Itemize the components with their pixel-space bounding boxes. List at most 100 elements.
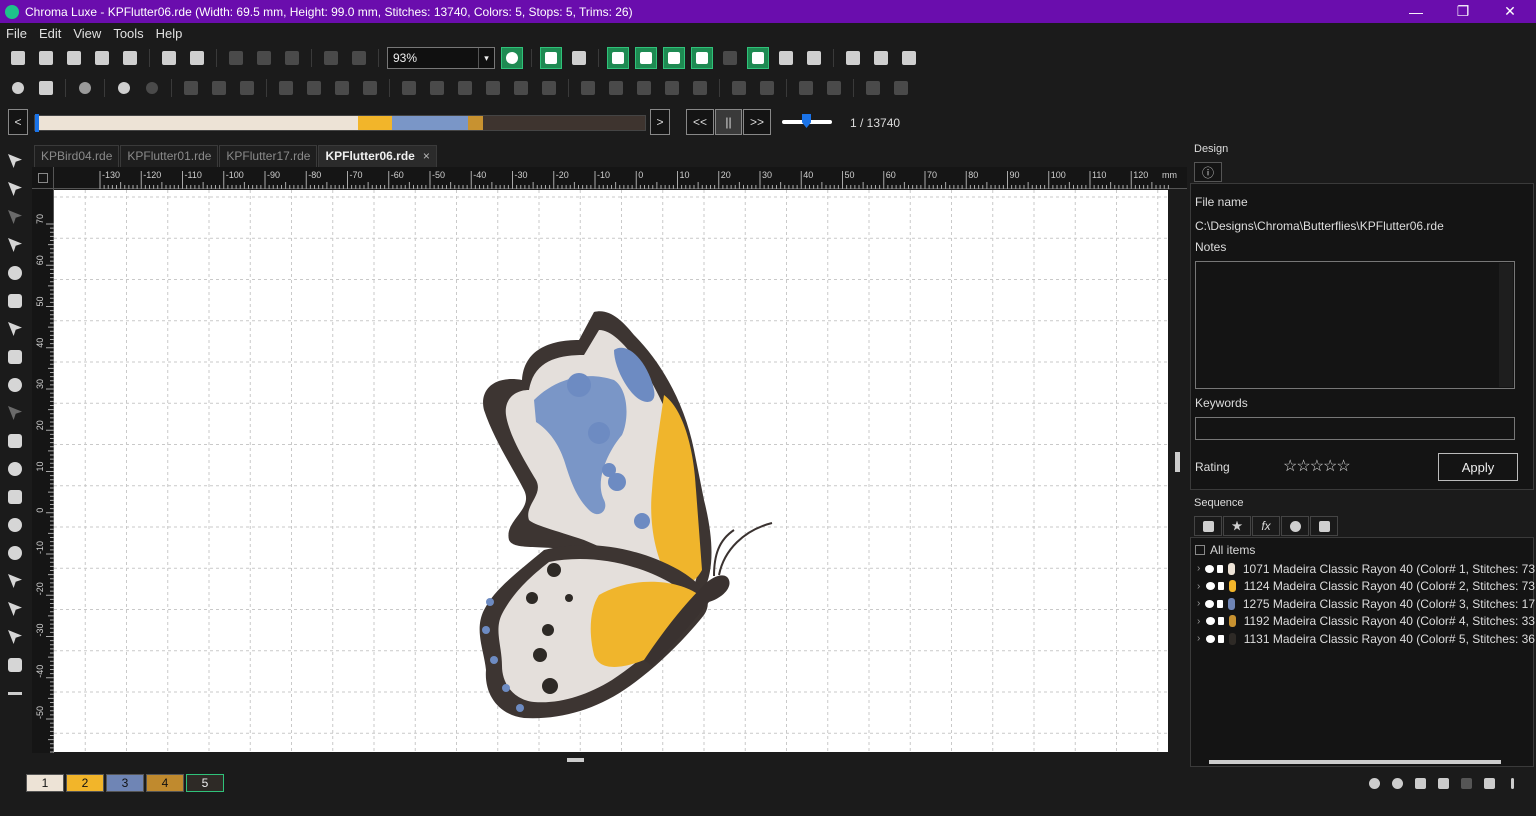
- chevron-right-icon[interactable]: ›: [1197, 563, 1205, 574]
- knife-icon[interactable]: [0, 203, 30, 231]
- reshape-icon[interactable]: [0, 175, 30, 203]
- node-edit-icon[interactable]: [0, 231, 30, 259]
- zoom-icon[interactable]: [0, 259, 30, 287]
- applique-icon[interactable]: [0, 623, 30, 651]
- select-box-icon[interactable]: [275, 77, 297, 99]
- align-right-icon[interactable]: [538, 77, 560, 99]
- color-swatch-2[interactable]: 2: [66, 774, 104, 792]
- vertical-scrollbar[interactable]: [1172, 190, 1187, 752]
- open-folder-icon[interactable]: [35, 47, 57, 69]
- chevron-right-icon[interactable]: ›: [1197, 616, 1206, 627]
- ungroup-icon[interactable]: [208, 77, 230, 99]
- visibility-eye-icon[interactable]: [1205, 634, 1215, 643]
- lock-icon[interactable]: [1217, 599, 1224, 608]
- menu-view[interactable]: View: [73, 26, 101, 41]
- close-button[interactable]: ✕: [1487, 0, 1533, 23]
- sequence-list-tab[interactable]: [1194, 516, 1222, 536]
- collapse-all-icon[interactable]: [1195, 545, 1205, 555]
- monogram-icon[interactable]: [35, 77, 57, 99]
- remove-icon[interactable]: [1390, 776, 1404, 790]
- paste-icon[interactable]: [281, 47, 303, 69]
- sequence-item[interactable]: › 1124 Madeira Classic Rayon 40 (Color# 2…: [1197, 578, 1535, 595]
- horizontal-scrollbar[interactable]: [54, 753, 1168, 767]
- text-tool-icon[interactable]: [0, 427, 30, 455]
- chevron-down-icon[interactable]: ▾: [478, 48, 494, 68]
- group-icon[interactable]: [180, 77, 202, 99]
- visibility-eye-icon[interactable]: [1205, 599, 1215, 608]
- sequence-item[interactable]: › 1275 Madeira Classic Rayon 40 (Color# 3…: [1197, 595, 1535, 612]
- shapes-icon[interactable]: [0, 371, 30, 399]
- bring-front-icon[interactable]: [795, 77, 817, 99]
- menu-tools[interactable]: Tools: [113, 26, 143, 41]
- scissors-icon[interactable]: [1482, 776, 1496, 790]
- align-left-icon[interactable]: [510, 77, 532, 99]
- file-name-value[interactable]: C:\Designs\Chroma\Butterflies\KPFlutter0…: [1195, 219, 1444, 233]
- combine-icon[interactable]: [236, 77, 258, 99]
- add-icon[interactable]: [1367, 776, 1381, 790]
- visibility-eye-icon[interactable]: [1205, 582, 1215, 590]
- speed-slider[interactable]: [782, 114, 832, 128]
- color-swatch-1[interactable]: 1: [26, 774, 64, 792]
- lock-icon[interactable]: [1217, 617, 1224, 625]
- restore-button[interactable]: ❐: [1440, 0, 1486, 23]
- color-block[interactable]: [468, 116, 484, 130]
- prev-color-button[interactable]: <: [8, 109, 28, 135]
- color-swatch-4[interactable]: 4: [146, 774, 184, 792]
- slider-knob[interactable]: [802, 114, 811, 128]
- view-mode-icon[interactable]: [803, 47, 825, 69]
- image-icon[interactable]: [186, 47, 208, 69]
- skew-icon[interactable]: [756, 77, 778, 99]
- menu-edit[interactable]: Edit: [39, 26, 61, 41]
- needle-icon[interactable]: [568, 47, 590, 69]
- chevron-right-icon[interactable]: ›: [1197, 598, 1205, 609]
- color-block[interactable]: [483, 116, 645, 130]
- visibility-eye-icon[interactable]: [1205, 564, 1215, 573]
- align-bottom-icon[interactable]: [633, 77, 655, 99]
- close-tab-icon[interactable]: ×: [423, 149, 430, 163]
- distribute-vertical-icon[interactable]: [689, 77, 711, 99]
- center-icon[interactable]: [113, 77, 135, 99]
- monogram-tool-icon[interactable]: [0, 455, 30, 483]
- origin-icon[interactable]: [141, 77, 163, 99]
- select-multi-icon[interactable]: [303, 77, 325, 99]
- copy-icon[interactable]: [253, 47, 275, 69]
- outline-icon[interactable]: [691, 47, 713, 69]
- properties-icon[interactable]: [898, 47, 920, 69]
- lasso-icon[interactable]: [359, 77, 381, 99]
- pause-button[interactable]: ||: [715, 109, 742, 135]
- cart-icon[interactable]: [1310, 516, 1338, 536]
- print-preview-icon[interactable]: [119, 47, 141, 69]
- send-back-icon[interactable]: [823, 77, 845, 99]
- circle-icon[interactable]: [74, 77, 96, 99]
- mirror-horizontal-icon[interactable]: [398, 77, 420, 99]
- zoom-fit-icon[interactable]: [501, 47, 523, 69]
- select-arrow-icon[interactable]: [0, 147, 30, 175]
- color-block[interactable]: [358, 116, 392, 130]
- lock-icon[interactable]: [1217, 564, 1224, 573]
- keywords-input[interactable]: [1195, 417, 1515, 440]
- ruler-corner[interactable]: [32, 167, 54, 189]
- notes-scrollbar[interactable]: [1499, 263, 1513, 387]
- scroll-thumb[interactable]: [1175, 452, 1180, 472]
- fabric-icon[interactable]: [775, 47, 797, 69]
- border-icon[interactable]: [0, 651, 30, 679]
- tab-kpflutter01[interactable]: KPFlutter01.rde: [120, 145, 219, 167]
- pick-color-icon[interactable]: [1459, 776, 1473, 790]
- color-chart-icon[interactable]: [1413, 776, 1427, 790]
- lock-icon[interactable]: [1217, 634, 1224, 643]
- menu-file[interactable]: File: [6, 26, 27, 41]
- stitch-points-icon[interactable]: [663, 47, 685, 69]
- color-swatch-3[interactable]: 3: [106, 774, 144, 792]
- select-pattern-icon[interactable]: [331, 77, 353, 99]
- chevron-right-icon[interactable]: ›: [1197, 633, 1206, 644]
- list-icon[interactable]: [0, 483, 30, 511]
- distribute-icon[interactable]: [661, 77, 683, 99]
- picture-icon[interactable]: [0, 343, 30, 371]
- favorites-star-icon[interactable]: [1223, 516, 1251, 536]
- all-items-row[interactable]: All items: [1195, 543, 1255, 557]
- butterfly-design[interactable]: [54, 190, 1168, 752]
- zoom-select[interactable]: 93% ▾: [387, 47, 495, 69]
- align-middle-icon[interactable]: [605, 77, 627, 99]
- sequence-item[interactable]: › 1071 Madeira Classic Rayon 40 (Color# 1…: [1197, 560, 1535, 577]
- rotate-reverse-icon[interactable]: [482, 77, 504, 99]
